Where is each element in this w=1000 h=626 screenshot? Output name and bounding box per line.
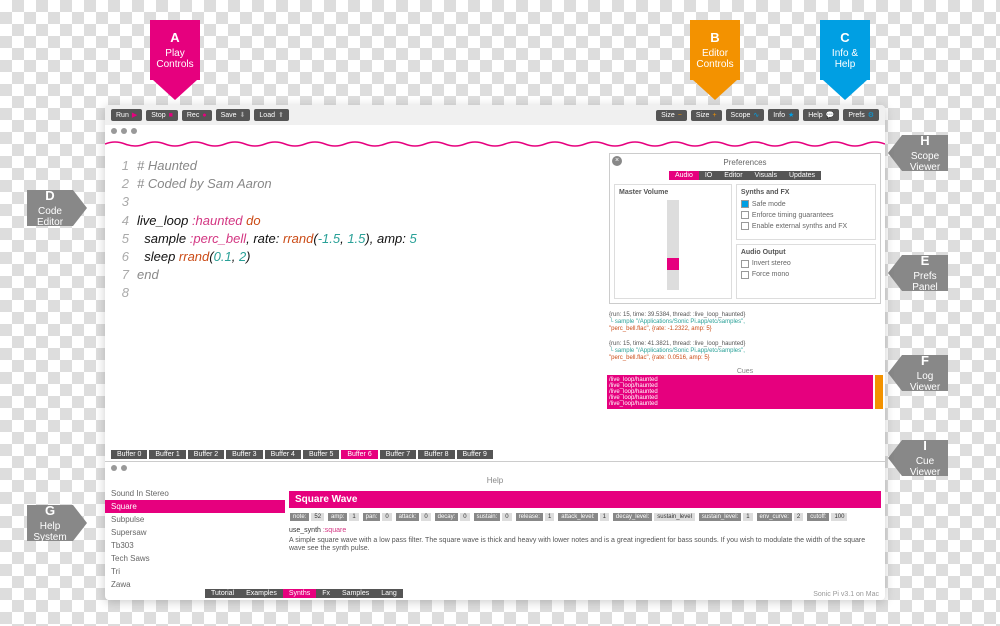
prefs-tab-io[interactable]: IO	[699, 171, 718, 180]
prefs-tab-audio[interactable]: Audio	[669, 171, 699, 180]
help-item[interactable]: Square	[105, 500, 285, 513]
size-plus-button[interactable]: Size+	[691, 110, 722, 121]
help-icon: 💬	[826, 111, 835, 119]
stop-icon: ■	[169, 112, 173, 119]
safe-mode-checkbox[interactable]	[741, 200, 749, 208]
prefs-close-icon[interactable]: ×	[612, 156, 622, 166]
stop-button[interactable]: Stop■	[146, 110, 178, 121]
volume-slider[interactable]	[667, 200, 679, 290]
size-minus-button[interactable]: Size−	[656, 110, 687, 121]
app-window: Run▶ Stop■ Rec● Save⬇ Load⬆ Size− Size+ …	[105, 105, 885, 600]
help-tab-fx[interactable]: Fx	[316, 589, 336, 598]
help-tab-lang[interactable]: Lang	[375, 589, 403, 598]
rec-button[interactable]: Rec●	[182, 110, 212, 121]
help-tab-examples[interactable]: Examples	[240, 589, 283, 598]
help-tab-samples[interactable]: Samples	[336, 589, 375, 598]
play-icon: ▶	[132, 111, 137, 119]
help-heading: Square Wave	[289, 491, 881, 508]
scope-icon: ∿	[753, 111, 759, 119]
cue-bar	[875, 375, 883, 409]
prefs-icon: ⚙	[868, 111, 874, 119]
help-item[interactable]: Tech Saws	[105, 552, 285, 565]
run-button[interactable]: Run▶	[111, 109, 142, 121]
annotation-f: FLog Viewer	[888, 355, 948, 391]
save-button[interactable]: Save⬇	[216, 109, 251, 121]
buffer-tab-6[interactable]: Buffer 6	[341, 450, 377, 459]
plus-icon: +	[712, 112, 716, 119]
help-item[interactable]: Zawa	[105, 578, 285, 587]
footer-version: Sonic Pi v3.1 on Mac	[813, 591, 879, 598]
help-item[interactable]: Tri	[105, 565, 285, 578]
prefs-tab-editor[interactable]: Editor	[718, 171, 748, 180]
help-tab-tutorial[interactable]: Tutorial	[205, 589, 240, 598]
log-viewer: {run: 15, time: 39.5384, thread: :live_l…	[605, 308, 885, 366]
help-button[interactable]: Help💬	[803, 109, 839, 121]
right-pane: × Preferences Audio IO Editor Visuals Up…	[605, 149, 885, 448]
prefs-tab-updates[interactable]: Updates	[783, 171, 821, 180]
load-icon: ⬆	[278, 111, 284, 119]
help-panel: Help Sound In Stereo Square Subpulse Sup…	[105, 461, 885, 600]
master-volume-label: Master Volume	[619, 189, 727, 196]
rec-icon: ●	[202, 112, 206, 119]
buffer-tab-4[interactable]: Buffer 4	[265, 450, 301, 459]
save-icon: ⬇	[240, 111, 246, 119]
volume-thumb[interactable]	[667, 258, 679, 270]
help-item[interactable]: Subpulse	[105, 513, 285, 526]
help-category-tabs: Tutorial Examples Synths Fx Samples Lang	[105, 587, 885, 600]
info-button[interactable]: Info★	[768, 109, 799, 121]
audio-output-label: Audio Output	[741, 249, 871, 256]
help-content: Square Wave note:52 amp:1 pan:0 attack:0…	[285, 487, 885, 587]
buffer-tab-1[interactable]: Buffer 1	[149, 450, 185, 459]
buffer-tab-7[interactable]: Buffer 7	[380, 450, 416, 459]
scope-button[interactable]: Scope∿	[726, 109, 765, 121]
annotation-h: HScope Viewer	[888, 135, 948, 171]
buffer-tab-2[interactable]: Buffer 2	[188, 450, 224, 459]
external-checkbox[interactable]	[741, 222, 749, 230]
buffer-tab-8[interactable]: Buffer 8	[418, 450, 454, 459]
buffer-tab-9[interactable]: Buffer 9	[457, 450, 493, 459]
prefs-button[interactable]: Prefs⚙	[843, 109, 879, 121]
annotation-e: EPrefs Panel	[888, 255, 948, 291]
code-editor[interactable]: 1# Haunted 2# Coded by Sam Aaron 3 4live…	[105, 149, 605, 448]
annotation-g: GHelp System	[27, 505, 87, 541]
cue-list: /live_loop/haunted /live_loop/haunted /l…	[607, 375, 873, 409]
help-window-dots	[105, 462, 885, 474]
info-icon: ★	[788, 111, 794, 119]
annotation-c: CInfo & Help	[820, 20, 870, 100]
annotation-i: ICue Viewer	[888, 440, 948, 476]
buffer-tab-3[interactable]: Buffer 3	[226, 450, 262, 459]
invert-checkbox[interactable]	[741, 260, 749, 268]
help-list[interactable]: Sound In Stereo Square Subpulse Supersaw…	[105, 487, 285, 587]
window-dots	[105, 125, 885, 137]
prefs-panel: × Preferences Audio IO Editor Visuals Up…	[609, 153, 881, 304]
cue-viewer: Cues /live_loop/haunted /live_loop/haunt…	[605, 366, 885, 411]
prefs-title: Preferences	[614, 158, 876, 167]
mono-checkbox[interactable]	[741, 271, 749, 279]
buffer-tab-0[interactable]: Buffer 0	[111, 450, 147, 459]
prefs-tab-visuals[interactable]: Visuals	[749, 171, 783, 180]
buffer-tab-5[interactable]: Buffer 5	[303, 450, 339, 459]
help-item[interactable]: Tb303	[105, 539, 285, 552]
help-tab-synths[interactable]: Synths	[283, 589, 316, 598]
timing-checkbox[interactable]	[741, 211, 749, 219]
help-params: note:52 amp:1 pan:0 attack:0 decay:0 sus…	[289, 512, 881, 522]
help-item[interactable]: Sound In Stereo	[105, 487, 285, 500]
scope-viewer	[105, 137, 885, 149]
minus-icon: −	[678, 112, 682, 119]
annotation-a: APlay Controls	[150, 20, 200, 100]
buffer-tabs: Buffer 0 Buffer 1 Buffer 2 Buffer 3 Buff…	[105, 448, 885, 461]
load-button[interactable]: Load⬆	[254, 109, 288, 121]
toolbar: Run▶ Stop■ Rec● Save⬇ Load⬆ Size− Size+ …	[105, 105, 885, 125]
help-item[interactable]: Supersaw	[105, 526, 285, 539]
annotation-b: BEditor Controls	[690, 20, 740, 100]
synths-fx-label: Synths and FX	[741, 189, 871, 196]
annotation-d: DCode Editor	[27, 190, 87, 226]
